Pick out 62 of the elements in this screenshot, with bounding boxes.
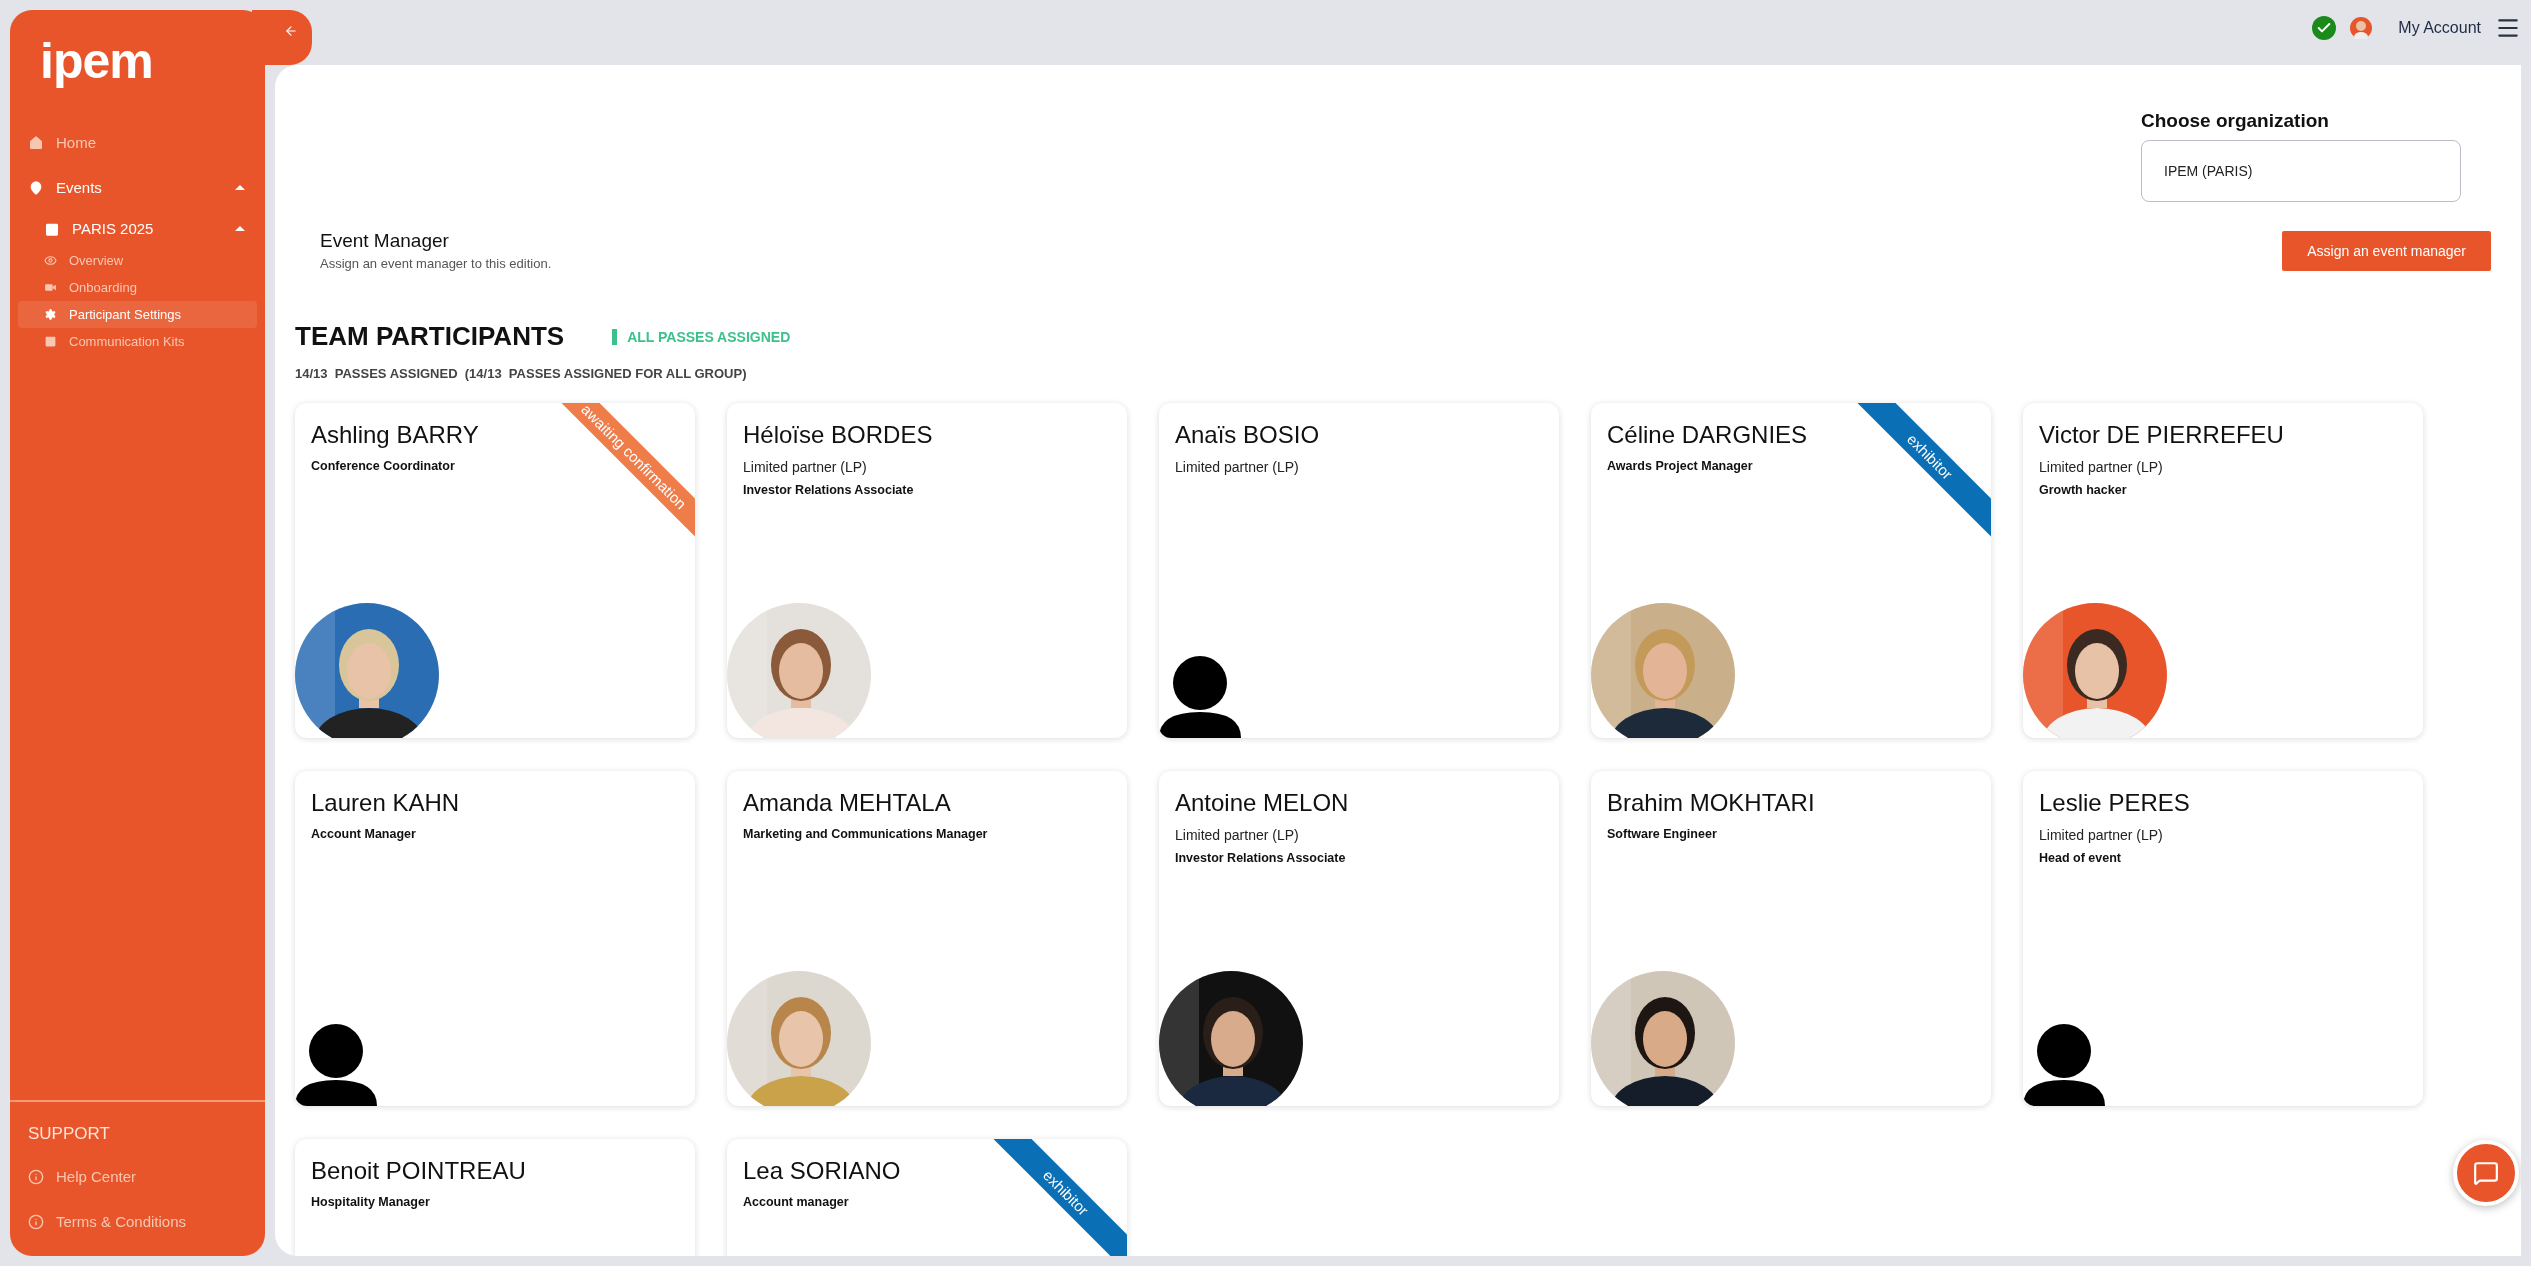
participant-card[interactable]: Leslie PERES Limited partner (LP) Head of event — [2023, 771, 2423, 1106]
logo: ipem — [39, 32, 154, 91]
collapse-button[interactable] — [252, 10, 312, 65]
participant-role: Hospitality Manager — [311, 1195, 431, 1209]
section-description: Assign an event manager to this edition. — [320, 256, 552, 271]
sidebar-item[interactable]: PARIS 2025 — [18, 210, 257, 247]
info-icon — [28, 1213, 44, 1230]
avatar-silhouette-icon — [2023, 1024, 2105, 1106]
section-title: Event Manager — [320, 230, 450, 252]
eye-icon — [44, 254, 57, 267]
participant-card[interactable]: Antoine MELON Limited partner (LP) Investor Relations Associate — [1159, 771, 1559, 1106]
participant-role: Investor Relations Associate — [1175, 851, 1347, 865]
participant-card[interactable]: Anaïs BOSIO Limited partner (LP) — [1159, 403, 1559, 738]
participant-name: Amanda MEHTALA — [743, 789, 951, 817]
participant-company: Limited partner (LP) — [2039, 827, 2164, 843]
participant-company: Limited partner (LP) — [1175, 827, 1300, 843]
participant-name: Benoit POINTREAU — [311, 1157, 526, 1185]
participant-role: Investor Relations Associate — [743, 483, 915, 497]
passes-summary: 14/13 PASSES ASSIGNED (14/13 PASSES ASSIGNED FOR ALL GROUP) — [295, 366, 748, 381]
participant-card[interactable]: Brahim MOKHTARI Software Engineer — [1591, 771, 1991, 1106]
participant-name: Leslie PERES — [2039, 789, 2190, 817]
participant-card[interactable]: Héloïse BORDES Limited partner (LP) Investor Relations Associate — [727, 403, 1127, 738]
participant-role: Growth hacker — [2039, 483, 2128, 497]
assign-button[interactable]: Assign an event manager — [2282, 230, 2491, 271]
caret-icon — [235, 226, 245, 231]
participant-name: Lea SORIANO — [743, 1157, 901, 1185]
participant-card[interactable]: Amanda MEHTALA Marketing and Communications Manager — [727, 771, 1127, 1106]
status-label: ALL PASSES ASSIGNED — [612, 328, 791, 345]
participant-role: Head of event — [2039, 851, 2122, 865]
participant-name: Brahim MOKHTARI — [1607, 789, 1815, 817]
participant-name: Victor DE PIERREFEU — [2039, 421, 2284, 449]
avatar-silhouette-icon — [1159, 656, 1241, 738]
sidebar-item[interactable]: Events — [18, 165, 257, 210]
account-link[interactable]: My Account — [2398, 18, 2481, 37]
participant-role: Marketing and Communications Manager — [743, 827, 989, 841]
avatar-silhouette-icon — [295, 1024, 377, 1106]
participant-company: Limited partner (LP) — [743, 459, 868, 475]
participant-role: Software Engineer — [1607, 827, 1718, 841]
map-pin-icon — [28, 179, 44, 196]
section-title: SUPPORT — [27, 1123, 111, 1145]
organization-field[interactable]: IPEM (PARIS) — [2141, 140, 2461, 202]
participant-name: Antoine MELON — [1175, 789, 1349, 817]
participant-company: Limited partner (LP) — [2039, 459, 2164, 475]
participant-card[interactable]: Benoit POINTREAU Hospitality Manager — [295, 1139, 695, 1256]
section-heading: TEAM PARTICIPANTS — [295, 321, 565, 352]
participant-card[interactable]: Lauren KAHN Account Manager — [295, 771, 695, 1106]
settings-icon — [44, 308, 57, 321]
participant-name: Héloïse BORDES — [743, 421, 933, 449]
video-camera-icon — [44, 281, 57, 294]
participant-name: Anaïs BOSIO — [1175, 421, 1320, 449]
participant-card[interactable]: Victor DE PIERREFEU Limited partner (LP) Growth hacker — [2023, 403, 2423, 738]
participant-company: Limited partner (LP) — [1175, 459, 1300, 475]
participant-role: Account Manager — [311, 827, 417, 841]
home-icon — [28, 134, 44, 151]
info-icon — [28, 1168, 44, 1185]
participant-name: Lauren KAHN — [311, 789, 460, 817]
caret-icon — [235, 185, 245, 190]
participant-name: Céline DARGNIES — [1607, 421, 1808, 449]
chat-icon — [2473, 1160, 2499, 1186]
participant-name: Ashling BARRY — [311, 421, 479, 449]
field-label: Choose organization — [2141, 110, 2330, 132]
check-icon — [2312, 15, 2337, 40]
